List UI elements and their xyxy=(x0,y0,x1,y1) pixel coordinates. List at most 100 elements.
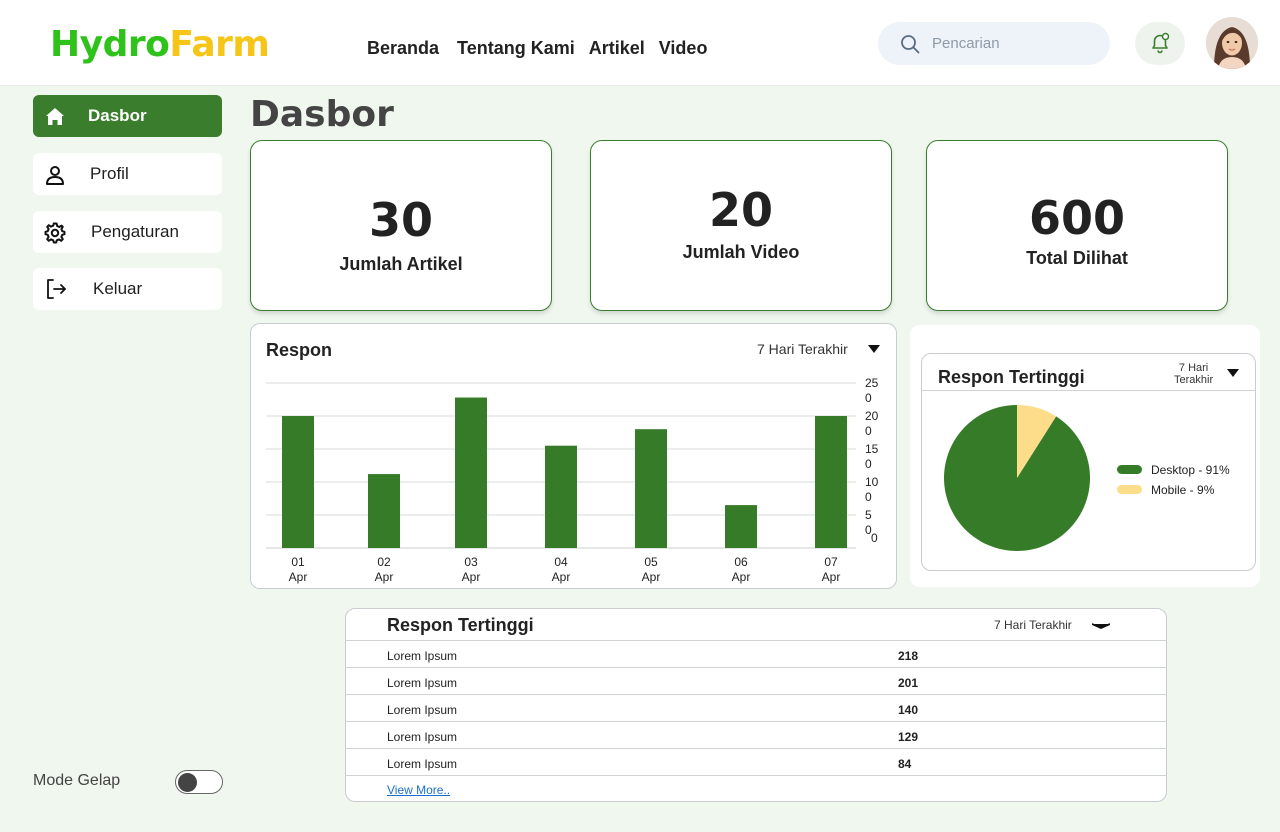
row-value: 129 xyxy=(898,730,919,744)
table-row: Lorem Ipsum 201 xyxy=(346,667,1166,694)
nav-video[interactable]: Video xyxy=(659,38,708,59)
nav-tentang-kami[interactable]: Tentang Kami xyxy=(457,38,575,59)
search-icon xyxy=(901,35,920,54)
gear-icon xyxy=(44,222,66,244)
logo-part-farm: Farm xyxy=(169,24,270,65)
sidebar-item-label: Dasbor xyxy=(88,106,147,125)
bar xyxy=(282,416,314,548)
stat-label: Total Dilihat xyxy=(1026,248,1128,268)
user-icon xyxy=(46,166,64,185)
dark-mode-label: Mode Gelap xyxy=(33,772,121,789)
pie-panel: Respon Tertinggi 7 Hari Terakhir Desktop… xyxy=(910,325,1260,587)
table-row: Lorem Ipsum 129 xyxy=(346,721,1166,748)
stat-value: 20 xyxy=(708,183,773,237)
main-nav: Beranda Tentang Kami Artikel Video xyxy=(367,38,707,59)
stat-value: 600 xyxy=(1028,191,1126,245)
bar xyxy=(635,429,667,548)
x-tick-label: 01 xyxy=(291,555,305,569)
y-tick-label: 15 xyxy=(865,442,879,456)
home-icon xyxy=(46,108,64,125)
dark-mode-toggle[interactable] xyxy=(175,770,223,794)
nav-beranda[interactable]: Beranda xyxy=(367,38,439,59)
stat-card-videos: 20 Jumlah Video xyxy=(590,140,892,311)
row-name: Lorem Ipsum xyxy=(387,676,458,690)
logo-part-hydro: Hydro xyxy=(50,24,170,65)
legend-swatch xyxy=(1117,465,1142,474)
bar-chart: 25020015010050001Apr02Apr03Apr04Apr05Apr… xyxy=(266,376,879,584)
x-tick-label: 05 xyxy=(644,555,658,569)
stat-value: 30 xyxy=(368,193,433,247)
logo[interactable]: HydroFarm xyxy=(50,24,270,65)
y-tick-label: 5 xyxy=(865,508,872,522)
x-tick-label: Apr xyxy=(375,570,394,584)
sidebar-item-dasbor[interactable]: Dasbor xyxy=(33,95,222,137)
bar xyxy=(545,445,577,548)
table-range-dropdown[interactable]: 7 Hari Terakhir xyxy=(994,618,1072,632)
sidebar-item-label: Profil xyxy=(90,164,129,183)
x-tick-label: Apr xyxy=(289,570,308,584)
table-row: Lorem Ipsum 140 xyxy=(346,694,1166,721)
sidebar-item-label: Keluar xyxy=(93,279,143,298)
legend-label: Mobile - 9% xyxy=(1151,483,1215,497)
stat-label: Jumlah Video xyxy=(682,242,800,262)
nav-artikel[interactable]: Artikel xyxy=(589,38,645,59)
y-tick-label: 10 xyxy=(865,475,879,489)
sidebar-item-label: Pengaturan xyxy=(91,222,179,241)
page-title: Dasbor xyxy=(250,94,394,135)
avatar[interactable] xyxy=(1206,17,1258,69)
x-tick-label: Apr xyxy=(732,570,751,584)
x-tick-label: 07 xyxy=(824,555,838,569)
x-tick-label: Apr xyxy=(462,570,481,584)
stat-card-articles: 30 Jumlah Artikel xyxy=(250,140,552,311)
bar xyxy=(815,416,847,548)
table-row: Lorem Ipsum 84 xyxy=(346,748,1166,775)
stat-card-views: 600 Total Dilihat xyxy=(926,140,1228,311)
table-row: Lorem Ipsum 218 xyxy=(346,640,1166,667)
row-value: 201 xyxy=(898,676,919,690)
sidebar-item-pengaturan[interactable]: Pengaturan xyxy=(33,211,222,253)
search-placeholder: Pencarian xyxy=(932,35,1000,52)
avatar-image xyxy=(1206,17,1258,69)
x-tick-label: 04 xyxy=(554,555,568,569)
row-value: 84 xyxy=(898,757,912,771)
y-tick-label: 0 xyxy=(865,424,872,438)
row-value: 140 xyxy=(898,703,919,717)
notification-button[interactable] xyxy=(1135,22,1185,65)
search-input[interactable]: Pencarian xyxy=(878,22,1110,65)
bell-icon xyxy=(1152,32,1170,54)
row-value: 218 xyxy=(898,649,919,663)
y-tick-label: 0 xyxy=(865,457,872,471)
y-tick-label: 20 xyxy=(865,409,879,423)
sidebar-item-profil[interactable]: Profil xyxy=(33,153,222,195)
row-name: Lorem Ipsum xyxy=(387,649,458,663)
row-name: Lorem Ipsum xyxy=(387,757,458,771)
stat-label: Jumlah Artikel xyxy=(339,254,463,274)
x-tick-label: Apr xyxy=(552,570,571,584)
legend-swatch xyxy=(1117,485,1142,494)
row-name: Lorem Ipsum xyxy=(387,730,458,744)
chevron-down-icon[interactable] xyxy=(1092,622,1110,630)
top-response-table: Respon Tertinggi 7 Hari Terakhir Lorem I… xyxy=(345,608,1167,802)
response-chart-card: Respon 7 Hari Terakhir 25 0 20 0 15 0 10 0 5 0 0 01… xyxy=(250,323,897,589)
x-tick-label: Apr xyxy=(822,570,841,584)
y-tick-label: 0 xyxy=(865,391,872,405)
x-tick-label: Apr xyxy=(642,570,661,584)
bar xyxy=(725,505,757,548)
pie-chart-card: Respon Tertinggi 7 Hari Terakhir Desktop… xyxy=(921,353,1256,571)
pie-chart: Desktop - 91% Mobile - 9% xyxy=(944,405,1230,551)
x-tick-label: 03 xyxy=(464,555,478,569)
toggle-knob xyxy=(178,772,197,792)
legend-label: Desktop - 91% xyxy=(1151,463,1230,477)
top-header: HydroFarm Beranda Tentang Kami Artikel V… xyxy=(0,0,1280,86)
table-title: Respon Tertinggi xyxy=(387,615,534,635)
x-tick-label: 02 xyxy=(377,555,391,569)
y-tick-label: 25 xyxy=(865,376,879,390)
view-more-link[interactable]: View More.. xyxy=(387,783,450,797)
y-tick-label: 0 xyxy=(865,490,872,504)
y-tick-label: 0 xyxy=(871,531,878,545)
sidebar-item-keluar[interactable]: Keluar xyxy=(33,268,222,310)
bar xyxy=(455,397,487,548)
divider xyxy=(346,775,1166,776)
x-tick-label: 06 xyxy=(734,555,748,569)
row-name: Lorem Ipsum xyxy=(387,703,458,717)
